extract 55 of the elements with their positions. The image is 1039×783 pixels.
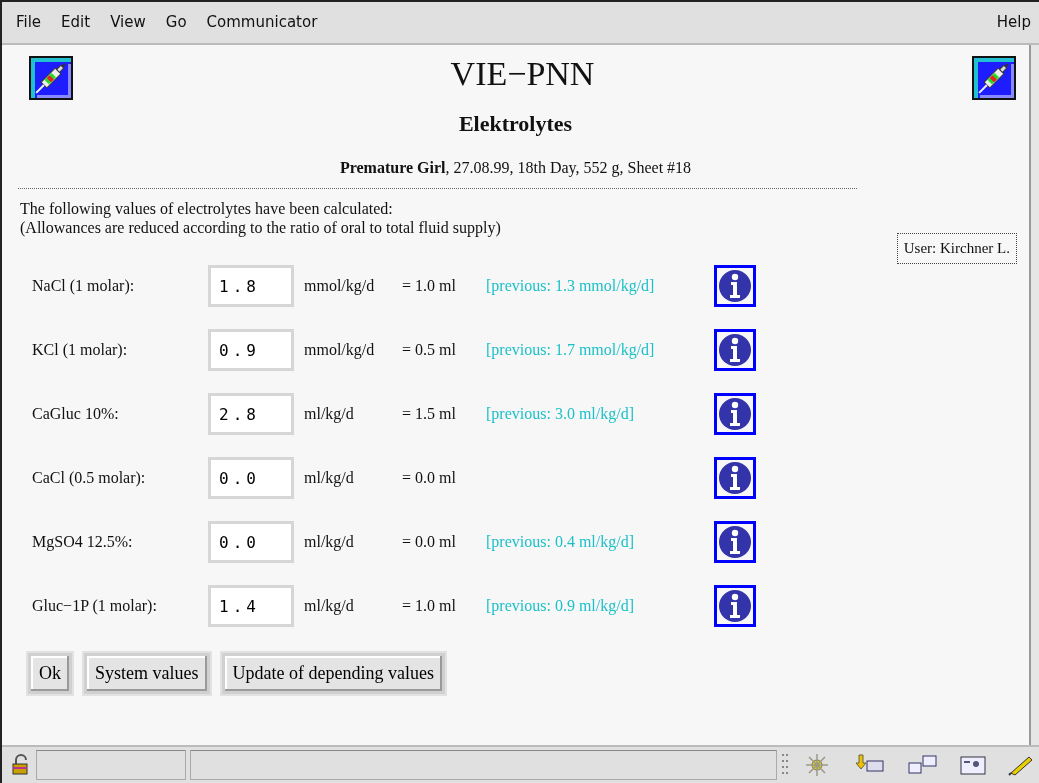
- input-field[interactable]: 2.8: [208, 393, 294, 436]
- info-button[interactable]: [714, 329, 756, 372]
- previous-value: [previous: 1.3 mmol/kg/d]: [486, 276, 656, 297]
- intro-text: The following values of electrolytes have been calculated:: [20, 199, 394, 219]
- patient-info: Premature Girl, 27.08.99, 18th Day, 552 g, Sheet #18: [338, 158, 693, 179]
- previous-value: [previous: 3.0 ml/kg/d]: [486, 404, 635, 425]
- address-card-icon[interactable]: [959, 753, 987, 777]
- info-button[interactable]: [714, 521, 756, 564]
- input-field[interactable]: 0.0: [208, 521, 294, 564]
- previous-value: [previous: 0.9 ml/kg/d]: [486, 596, 635, 617]
- info-button[interactable]: [714, 585, 756, 628]
- syringe-icon: [971, 55, 1017, 101]
- form-button[interactable]: Ok: [28, 653, 72, 695]
- unit-label: mmol/kg/d: [304, 276, 376, 297]
- menu-item[interactable]: Edit: [61, 11, 91, 34]
- result-text: = 1.5 ml: [402, 404, 457, 425]
- unit-label: mmol/kg/d: [304, 340, 376, 361]
- result-text: = 0.5 ml: [402, 340, 457, 361]
- field-label: MgSO4 12.5%:: [32, 532, 134, 553]
- input-field[interactable]: 1.8: [208, 265, 294, 308]
- result-text: = 1.0 ml: [402, 596, 457, 617]
- info-button[interactable]: [714, 457, 756, 500]
- result-text: = 0.0 ml: [402, 532, 457, 553]
- result-text: = 1.0 ml: [402, 276, 457, 297]
- previous-value: [previous: 1.7 mmol/kg/d]: [486, 340, 656, 361]
- user-label: User: Kirchner L.: [896, 233, 1017, 264]
- form-button[interactable]: System values: [84, 653, 210, 695]
- menu-item[interactable]: View: [110, 11, 146, 34]
- menu-item[interactable]: Go: [165, 11, 187, 34]
- syringe-icon: [28, 55, 74, 101]
- intro-text: (Allowances are reduced according to the ratio of oral to total fluid supply): [20, 218, 502, 238]
- input-field[interactable]: 1.4: [208, 585, 294, 628]
- section-heading: Elektrolytes: [457, 110, 574, 138]
- input-field[interactable]: 0.0: [208, 457, 294, 500]
- field-label: NaCl (1 molar):: [32, 276, 136, 297]
- input-field[interactable]: 0.9: [208, 329, 294, 372]
- unit-label: ml/kg/d: [304, 404, 355, 425]
- menu-item[interactable]: Help: [996, 11, 1031, 34]
- field-label: CaGluc 10%:: [32, 404, 120, 425]
- info-button[interactable]: [714, 265, 756, 308]
- unit-label: ml/kg/d: [304, 596, 355, 617]
- field-label: CaCl (0.5 molar):: [32, 468, 147, 489]
- chat-icon[interactable]: [907, 753, 939, 777]
- scrollbar[interactable]: [1029, 45, 1039, 745]
- field-label: Gluc−1P (1 molar):: [32, 596, 158, 617]
- form-button[interactable]: Update of depending values: [221, 653, 445, 695]
- previous-value: [previous: 0.4 ml/kg/d]: [486, 532, 635, 553]
- page-title: VIE−PNN: [450, 55, 595, 93]
- unit-label: ml/kg/d: [304, 532, 355, 553]
- result-text: = 0.0 ml: [402, 468, 457, 489]
- menu-item[interactable]: File: [16, 11, 42, 34]
- menu-item[interactable]: Communicator: [206, 11, 318, 34]
- unit-label: ml/kg/d: [304, 468, 355, 489]
- info-button[interactable]: [714, 393, 756, 436]
- field-label: KCl (1 molar):: [32, 340, 129, 361]
